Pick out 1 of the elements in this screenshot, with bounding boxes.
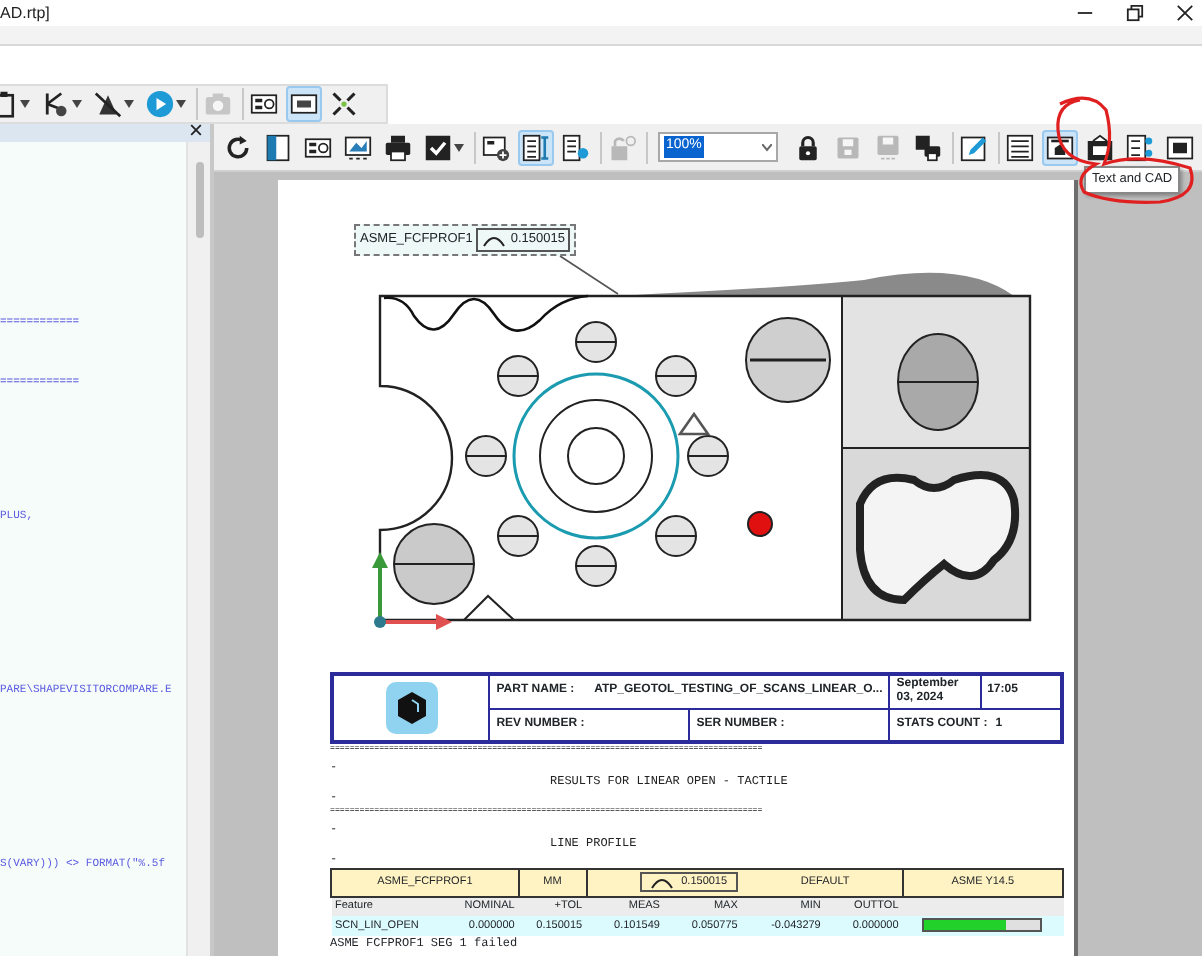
window-title: AD.rtp] <box>0 1 50 25</box>
